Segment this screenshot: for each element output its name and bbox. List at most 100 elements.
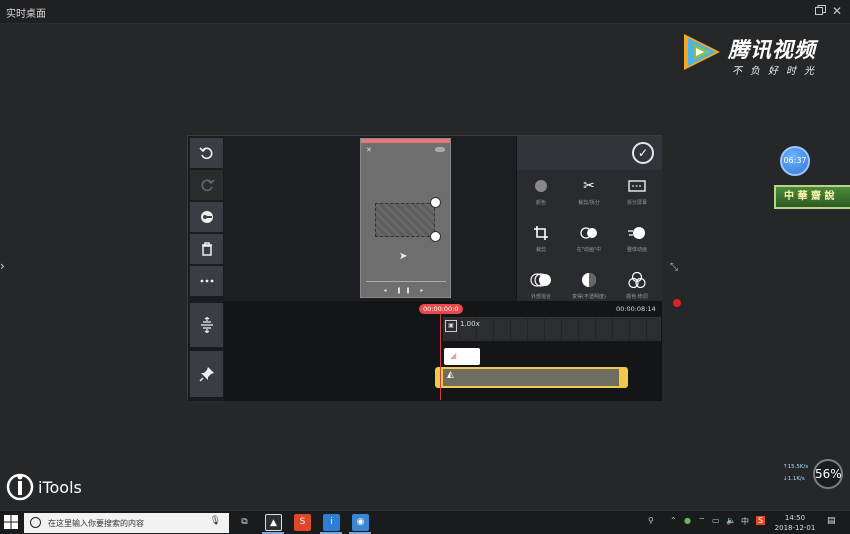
effects-panel: ✓ 颜色 ✂ 裁剪/拆分 拆分屏幕 裁剪 在"动画"中 整体动画 外部混合 变得…	[517, 136, 662, 301]
delete-button[interactable]	[190, 234, 223, 264]
wifi-icon[interactable]: ⌔	[698, 516, 706, 526]
preview-scrubber[interactable]	[366, 281, 446, 282]
title-bar: 实时桌面 ✕	[0, 0, 850, 24]
redo-button[interactable]	[190, 170, 223, 200]
fill-layer-body	[443, 369, 619, 386]
redo-icon	[201, 179, 215, 192]
clock-date: 2018-12-01	[774, 524, 816, 532]
itools-app-icon[interactable]: i	[323, 514, 340, 531]
volume-icon[interactable]: 🔈	[726, 516, 736, 525]
tool-overall-animation[interactable]: 整体动画	[613, 223, 661, 267]
task-view-icon[interactable]: ⧉	[236, 514, 253, 531]
tool-label: 整体动画	[626, 247, 647, 253]
notification-icon[interactable]: ▤	[827, 516, 836, 526]
tool-crop[interactable]: 裁剪	[517, 223, 565, 267]
confirm-button[interactable]: ✓	[632, 142, 654, 164]
sticker-clip[interactable]: ◢	[444, 348, 480, 365]
panel-header: ✓	[517, 136, 662, 170]
fill-layer-clip[interactable]: ◭	[435, 367, 628, 388]
color-dot-icon	[517, 176, 565, 196]
floating-badge[interactable]: 中 華 齋 說	[774, 185, 850, 209]
check-icon: ✓	[637, 146, 649, 160]
track-height-button[interactable]	[190, 303, 223, 347]
itools-mark-icon	[6, 473, 34, 501]
keyframe-button[interactable]	[190, 202, 223, 232]
total-time: 00:00:08:14	[616, 305, 656, 313]
download-value: 1.1K/s	[787, 476, 805, 482]
clock-time: 14:50	[784, 514, 806, 522]
restore-icon[interactable]	[815, 5, 826, 15]
overall-animation-icon	[613, 223, 661, 243]
left-toolbar	[188, 136, 224, 401]
sogou-ime-icon[interactable]: S	[756, 516, 766, 525]
tool-label: 外部混合	[530, 294, 551, 300]
system-clock[interactable]: 14:50 2018-12-01	[771, 513, 819, 533]
playback-controls[interactable]: ◂ ❚❚ ▸	[361, 287, 450, 294]
undo-icon	[198, 147, 212, 160]
crop-icon	[517, 223, 565, 243]
upload-speed: ↑15.5K/s	[783, 464, 809, 470]
menu-pill-icon[interactable]	[435, 147, 445, 152]
preview-status-bar	[361, 139, 450, 143]
screen-app-icon[interactable]: ◉	[352, 514, 369, 531]
tray-expand-icon[interactable]: ⌃	[670, 516, 677, 525]
sticker-clip-icon: ◢	[450, 351, 457, 360]
people-icon[interactable]: ⚲	[648, 516, 654, 525]
tool-label: 拆分屏幕	[626, 200, 647, 206]
windows-start-icon[interactable]	[4, 515, 18, 529]
close-icon[interactable]: ✕	[366, 146, 372, 154]
playhead[interactable]	[440, 312, 441, 400]
track-speed: 1.00x	[460, 320, 480, 328]
brand-name: 腾讯视频	[728, 38, 816, 62]
sticker-layer[interactable]	[375, 203, 435, 237]
rotate-handle-icon[interactable]	[430, 197, 441, 208]
tool-label: 颜色	[535, 200, 546, 206]
chevron-right-icon[interactable]: ›	[0, 259, 5, 273]
pin-button[interactable]	[190, 351, 223, 397]
tool-label: 裁剪/拆分	[578, 200, 600, 206]
undo-button[interactable]	[190, 138, 223, 168]
window-title: 实时桌面	[6, 9, 46, 20]
split-screen-icon	[613, 176, 661, 196]
download-speed: ↓1.1K/s	[783, 476, 805, 482]
expand-arrows-icon[interactable]: ⤡	[670, 262, 684, 276]
tool-cut-split[interactable]: ✂ 裁剪/拆分	[565, 176, 613, 220]
tool-split-screen[interactable]: 拆分屏幕	[613, 176, 661, 220]
network-icon[interactable]: ▭	[712, 516, 720, 525]
video-preview[interactable]: ✕ ➤ ◂ ❚❚ ▸	[360, 138, 451, 298]
usage-percent: 56%	[813, 459, 843, 489]
close-icon[interactable]: ✕	[830, 3, 844, 19]
itools-label: iTools	[38, 478, 82, 497]
tencent-video-logo: 腾讯视频 不负好时光	[678, 30, 828, 80]
scissors-icon: ✂	[583, 178, 595, 194]
video-track[interactable]: ▣ 1.00x	[443, 317, 661, 341]
tool-in-animation[interactable]: 在"动画"中	[565, 223, 613, 267]
mouse-cursor-icon: ➤	[399, 251, 408, 262]
tool-label: 裁剪	[535, 247, 546, 253]
pin-icon	[198, 367, 214, 382]
key-icon	[200, 211, 213, 223]
ime-indicator[interactable]: 中	[741, 516, 749, 527]
tool-color[interactable]: 颜色	[517, 176, 565, 220]
sogou-app-icon[interactable]: S	[294, 514, 311, 531]
scale-handle-icon[interactable]	[430, 231, 441, 242]
more-button[interactable]	[190, 266, 223, 296]
record-indicator	[673, 299, 681, 307]
tencent-play-icon	[684, 34, 720, 70]
timer-bubble[interactable]: 06:37	[780, 146, 810, 176]
itools-logo: iTools	[6, 473, 96, 503]
preview-area: ✕ ➤ ◂ ❚❚ ▸	[224, 136, 535, 301]
taskbar-search[interactable]: 在这里输入你要搜索的内容 🎙	[24, 513, 229, 533]
track-icon: ▣	[445, 320, 457, 332]
network-monitor[interactable]: ↑15.5K/s ↓1.1K/s 56%	[779, 459, 845, 489]
photos-app-icon[interactable]: ▲	[265, 514, 282, 531]
more-icon	[200, 279, 213, 283]
brand-slogan: 不负好时光	[732, 66, 822, 77]
microphone-icon[interactable]: 🎙	[210, 516, 221, 526]
wechat-icon[interactable]: ●	[684, 516, 691, 525]
opacity-icon	[565, 270, 613, 290]
search-placeholder: 在这里输入你要搜索的内容	[48, 519, 144, 528]
tool-label: 颜色·修调	[626, 294, 648, 300]
taskbar: 在这里输入你要搜索的内容 🎙 ⧉ ▲ S i ◉ ⚲ ⌃ ● ⌔ ▭ 🔈 中 S…	[0, 510, 850, 534]
upload-value: 15.5K/s	[787, 464, 809, 470]
